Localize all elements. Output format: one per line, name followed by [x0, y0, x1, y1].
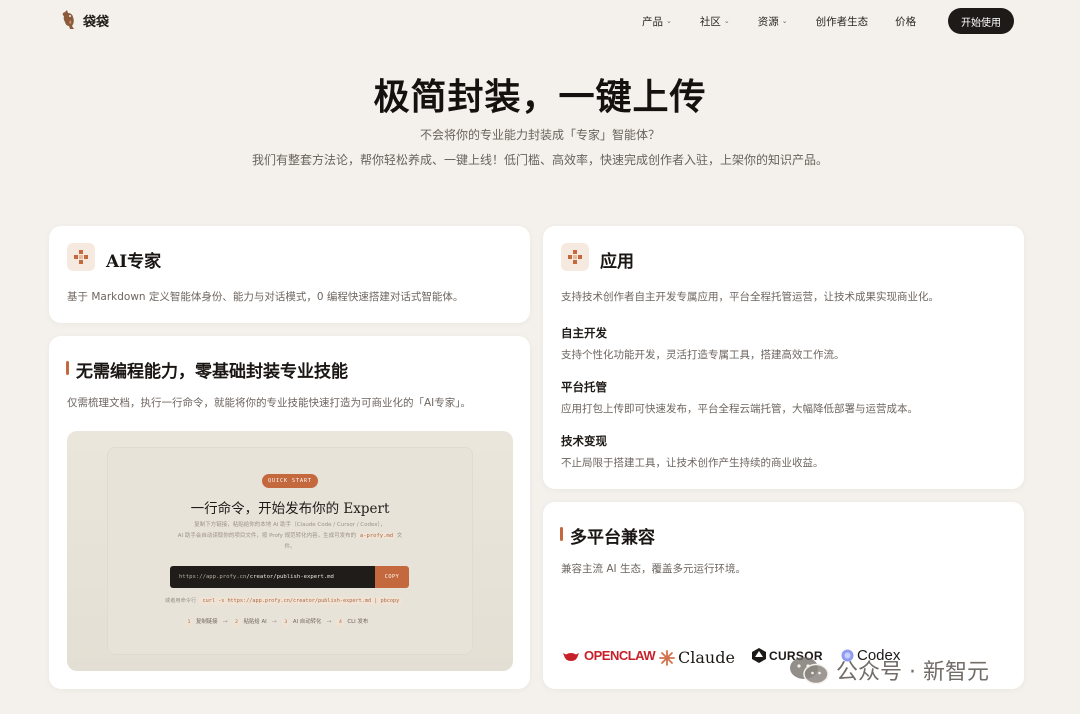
logo-text: 袋袋: [83, 14, 110, 30]
ai-expert-card: AI专家 基于 Markdown 定义智能体身份、能力与对话模式，0 编程快速搭…: [49, 226, 530, 323]
step-item: 2 粘贴给 AI: [232, 617, 267, 627]
get-started-button[interactable]: 开始使用: [948, 8, 1014, 34]
hero-subtitle: 不会将你的专业能力封装成「专家」智能体？: [419, 128, 660, 142]
feature-title-monetize: 技术变现: [561, 434, 607, 448]
nav-menu: 产品 ⌄ 社区 ⌄ 资源 ⌄ 创作者生态 价格: [642, 14, 916, 29]
feature-text-hosting: 应用打包上传即可快速发布，平台全程云端托管，大幅降低部署与运营成本。: [561, 403, 918, 415]
step-number: 4: [336, 618, 345, 627]
accent-bar: [66, 361, 69, 375]
feature-title-self-dev: 自主开发: [561, 326, 607, 340]
copy-button[interactable]: COPY: [375, 566, 409, 588]
watermark-text: 公众号 · 新智元: [836, 660, 989, 685]
top-nav: 袋袋 产品 ⌄ 社区 ⌄ 资源 ⌄ 创作者生态 价格 开始使用: [0, 0, 1080, 42]
logo[interactable]: 袋袋: [61, 10, 109, 30]
nav-item-community[interactable]: 社区 ⌄: [700, 14, 730, 29]
quickstart-desc-line2: AI 助手会自动读取你的项目文件，按 Profy 规范转化内容，生成可发布的: [177, 533, 357, 539]
step-number: 1: [185, 618, 193, 627]
command-url-field[interactable]: https://app.profy.cn/creator/publish-exp…: [170, 566, 375, 588]
quickstart-steps: 1 复制链接 → 2 粘贴给 AI → 3 AI 自动转化 → 4 CLI 发布: [185, 617, 368, 627]
nav-item-label: 社区: [699, 16, 721, 28]
nav-item-pricing[interactable]: 价格: [895, 14, 916, 29]
ai-expert-icon: [67, 243, 95, 271]
nav-item-resources[interactable]: 资源 ⌄: [758, 14, 788, 29]
chevron-down-icon: ⌄: [723, 16, 730, 25]
feature-title-hosting: 平台托管: [561, 380, 607, 394]
step-item: 3 AI 自动转化: [281, 617, 322, 627]
alt-command-code[interactable]: curl -s https://app.profy.cn/creator/pub…: [199, 597, 403, 605]
watermark: 公众号 · 新智元: [788, 654, 989, 686]
feature-text-self-dev: 支持个性化功能开发，灵活打造专属工具，搭建高效工作流。: [561, 349, 845, 361]
arrow-right-icon: →: [271, 618, 277, 626]
hero-description: 我们有整套方法论，帮你轻松养成、一键上线！低门槛、高效率，快速完成创作者入驻，上…: [252, 153, 829, 167]
quick-start-badge: QUICK START: [262, 474, 318, 488]
step-item: 4 CLI 发布: [336, 617, 368, 627]
no-code-title: 无需编程能力，零基础封装专业技能: [76, 362, 348, 382]
openclaw-logo: OPENCLAW: [561, 648, 656, 663]
cursor-cube-icon: [752, 648, 766, 663]
multi-platform-title: 多平台兼容: [570, 528, 655, 548]
nav-item-products[interactable]: 产品 ⌄: [642, 14, 672, 29]
nav-item-label: 创作者生态: [815, 16, 869, 28]
ai-expert-title: AI专家: [106, 252, 162, 272]
chevron-down-icon: ⌄: [666, 16, 672, 25]
url-path: /creator/publish-expert.md: [246, 574, 334, 580]
quickstart-description: 复制下方链接，粘贴给你的本地 AI 助手（Claude Code / Curso…: [177, 520, 403, 553]
apps-title: 应用: [600, 252, 634, 272]
nav-item-label: 资源: [757, 16, 779, 28]
step-label: CLI 发布: [347, 619, 369, 625]
no-code-description: 仅需梳理文档，执行一行命令，就能将你的专业技能快速打造为可商业化的「AI专家」。: [67, 397, 472, 409]
arrow-right-icon: →: [326, 618, 332, 626]
quickstart-desc-line1: 复制下方链接，粘贴给你的本地 AI 助手（Claude Code / Curso…: [194, 522, 386, 528]
nav-item-label: 产品: [642, 16, 663, 28]
step-item: 1 复制链接: [185, 617, 218, 627]
accent-bar: [560, 527, 563, 541]
chevron-down-icon: ⌄: [781, 16, 788, 25]
wechat-icon: [790, 657, 829, 685]
apps-description: 支持技术创作者自主开发专属应用，平台全程托管运营，让技术成果实现商业化。: [561, 291, 939, 303]
nav-item-label: 价格: [895, 16, 917, 28]
apps-card: 应用 支持技术创作者自主开发专属应用，平台全程托管运营，让技术成果实现商业化。 …: [543, 226, 1024, 489]
cross-pattern-icon: [74, 250, 88, 264]
quickstart-title: 一行命令，开始发布你的 Expert: [190, 501, 390, 517]
step-label: AI 自动转化: [292, 619, 322, 625]
ai-expert-description: 基于 Markdown 定义智能体身份、能力与对话模式，0 编程快速搭建对话式智…: [67, 291, 464, 303]
lobster-icon: [563, 652, 579, 661]
quickstart-desc-code: a-profy.md: [357, 533, 396, 539]
claude-logo: Claude: [659, 648, 735, 667]
claude-burst-icon: [659, 649, 675, 666]
step-number: 2: [232, 618, 241, 627]
apps-icon: [561, 243, 589, 271]
claude-wordmark: Claude: [678, 648, 735, 667]
alt-command-line: 或者用命令行 curl -s https://app.profy.cn/crea…: [165, 597, 425, 605]
feature-text-monetize: 不止局限于搭建工具，让技术创作产生持续的商业收益。: [561, 457, 824, 469]
url-prefix: https://app.profy.cn: [179, 574, 247, 580]
cross-pattern-icon: [568, 250, 582, 264]
quickstart-preview: QUICK START 一行命令，开始发布你的 Expert 复制下方链接，粘贴…: [67, 431, 513, 671]
step-label: 复制链接: [196, 619, 218, 625]
multi-platform-description: 兼容主流 AI 生态，覆盖多元运行环境。: [561, 563, 746, 575]
hero-title: 极简封装，一键上传: [373, 76, 707, 118]
nav-item-creator-ecosystem[interactable]: 创作者生态: [816, 14, 869, 29]
openclaw-wordmark: OPENCLAW: [584, 648, 656, 663]
alt-command-label: 或者用命令行: [165, 598, 197, 604]
step-label: 粘贴给 AI: [243, 619, 267, 625]
step-number: 3: [281, 618, 290, 627]
kangaroo-logo-icon: [62, 10, 74, 29]
arrow-right-icon: →: [222, 618, 228, 626]
